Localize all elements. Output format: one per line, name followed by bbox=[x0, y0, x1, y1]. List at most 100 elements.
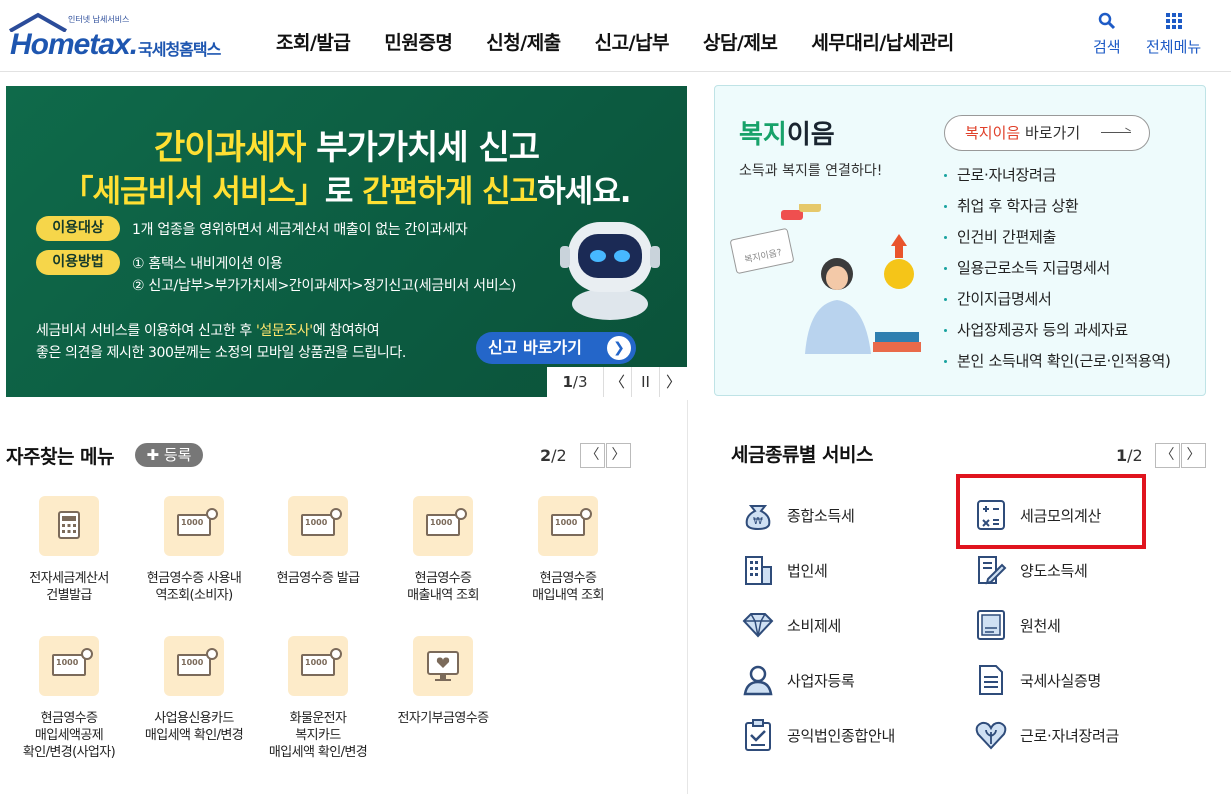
banner-subtitle-text: 로 bbox=[324, 174, 363, 210]
frequent-next-button[interactable]: 〉 bbox=[606, 443, 631, 468]
frequent-menu-item[interactable]: 전자기부금영수증 bbox=[381, 636, 505, 727]
top-header: 인터넷 납세서비스 Hometax. 국세청홈택스 조회/발급 민원증명 신청/… bbox=[0, 0, 1231, 72]
welfare-item[interactable]: 사업장제공자 등의 과세자료 bbox=[944, 319, 1171, 350]
tax-service-item[interactable]: 국세사실증명 bbox=[974, 660, 1101, 700]
nav-item[interactable]: 민원증명 bbox=[384, 28, 452, 55]
heart-leaf-icon bbox=[975, 721, 1007, 750]
nav-item[interactable]: 세무대리/납세관리 bbox=[811, 28, 954, 55]
tax-service-item[interactable]: 양도소득세 bbox=[974, 550, 1088, 590]
banner-title-rest: 부가가치세 신고 bbox=[305, 128, 540, 168]
hometax-logo[interactable]: 인터넷 납세서비스 Hometax. 국세청홈택스 bbox=[6, 10, 236, 66]
person-icon bbox=[743, 665, 773, 696]
register-button[interactable]: ✚ 등록 bbox=[135, 443, 203, 467]
banner-pager: 1/3 〈 II 〉 bbox=[547, 367, 687, 397]
welfare-item[interactable]: 근로·자녀장려금 bbox=[944, 164, 1171, 195]
promo-banner[interactable]: 간이과세자 부가가치세 신고 「세금비서 서비스」로 간편하게 신고하세요. 이… bbox=[6, 86, 687, 397]
tax-page-total: /2 bbox=[1127, 446, 1143, 465]
welfare-item[interactable]: 본인 소득내역 확인(근로·인적용역) bbox=[944, 350, 1171, 381]
section-divider bbox=[687, 400, 688, 794]
all-menu-button[interactable]: 전체메뉴 bbox=[1146, 12, 1201, 57]
banner-next-button[interactable]: 〉 bbox=[659, 367, 687, 397]
tax-prev-button[interactable]: 〈 bbox=[1155, 443, 1180, 468]
all-menu-label: 전체메뉴 bbox=[1146, 38, 1202, 56]
tax-service-item[interactable]: 소비제세 bbox=[741, 605, 841, 645]
survey-note-c: 에 참여하여 bbox=[312, 323, 380, 339]
tax-service-pager: 1/2 bbox=[1116, 446, 1143, 465]
tax-service-item[interactable]: 법인세 bbox=[741, 550, 828, 590]
frequent-menu-item[interactable]: 1000 사업용신용카드 매입세액 확인/변경 bbox=[132, 636, 256, 744]
logo-wordmark: Hometax. bbox=[10, 28, 138, 61]
tax-service-item[interactable]: 사업자등록 bbox=[741, 660, 855, 700]
welfare-title: 복지이음 bbox=[739, 114, 835, 151]
receipt-amount: 1000 bbox=[305, 518, 328, 527]
nav-item[interactable]: 상담/제보 bbox=[703, 28, 778, 55]
logo-subtitle: 인터넷 납세서비스 bbox=[68, 15, 130, 24]
welfare-subtitle: 소득과 복지를 연결하다! bbox=[739, 163, 883, 179]
welfare-box: 복지이음 소득과 복지를 연결하다! 복지이음 바로가기 근로·자녀장려금 취업… bbox=[714, 85, 1206, 396]
welfare-shortcut-button[interactable]: 복지이음 바로가기 bbox=[944, 115, 1150, 151]
tax-service-label: 사업자등록 bbox=[787, 671, 855, 690]
banner-prev-button[interactable]: 〈 bbox=[603, 367, 631, 397]
report-shortcut-button[interactable]: 신고 바로가기 ❯ bbox=[476, 332, 636, 364]
frequent-prev-button[interactable]: 〈 bbox=[580, 443, 605, 468]
frequent-menu-item[interactable]: 1000 현금영수증 매출내역 조회 bbox=[381, 496, 505, 604]
frequent-page-total: /2 bbox=[551, 446, 567, 465]
nav-item[interactable]: 신청/제출 bbox=[486, 28, 561, 55]
frequent-menu-label: 현금영수증 매입내역 조회 bbox=[532, 571, 604, 603]
receipt-search-icon: 1000 bbox=[288, 636, 348, 696]
receipt-amount: 1000 bbox=[305, 658, 328, 667]
report-shortcut-label: 신고 바로가기 bbox=[488, 338, 582, 357]
tax-next-button[interactable]: 〉 bbox=[1181, 443, 1206, 468]
tax-service-item[interactable]: ₩ 종합소득세 bbox=[741, 495, 855, 535]
receipt-search-icon: 1000 bbox=[39, 636, 99, 696]
welfare-illustration: 복지이음? bbox=[730, 204, 921, 354]
nav-item[interactable]: 조회/발급 bbox=[276, 28, 351, 55]
banner-title-highlight: 간이과세자 bbox=[153, 128, 306, 168]
receipt-amount: 1000 bbox=[56, 658, 79, 667]
tax-service-label: 원천세 bbox=[1020, 616, 1061, 635]
frequent-menu-item[interactable]: 1000 현금영수증 매입세액공제 확인/변경(사업자) bbox=[7, 636, 131, 761]
frequent-menu-item[interactable]: 1000 화물운전자 복지카드 매입세액 확인/변경 bbox=[256, 636, 380, 761]
logo-korean: 국세청홈택스 bbox=[138, 40, 221, 59]
banner-pause-button[interactable]: II bbox=[631, 367, 659, 397]
nav-item[interactable]: 신고/납부 bbox=[595, 28, 670, 55]
receipt-search-icon: 1000 bbox=[288, 496, 348, 556]
welfare-item[interactable]: 인건비 간편제출 bbox=[944, 226, 1171, 257]
welfare-shortcut-label: 바로가기 bbox=[1020, 124, 1081, 142]
receipt-sal-icon bbox=[977, 610, 1005, 640]
target-pill: 이용대상 bbox=[36, 216, 120, 241]
robot-illustration bbox=[560, 222, 660, 320]
register-label: 등록 bbox=[163, 446, 192, 464]
receipt-search-icon: 1000 bbox=[164, 636, 224, 696]
frequent-menu-item[interactable]: 1000 현금영수증 매입내역 조회 bbox=[506, 496, 630, 604]
diamond-icon bbox=[742, 613, 774, 638]
welfare-item[interactable]: 간이지급명세서 bbox=[944, 288, 1171, 319]
tax-service-label: 국세사실증명 bbox=[1020, 671, 1102, 690]
method-step2: ② 신고/납부>부가가치세>간이과세자>정기신고(세금비서 서비스) bbox=[132, 278, 517, 294]
grid-menu-icon bbox=[1165, 13, 1182, 29]
welfare-item[interactable]: 일용근로소득 지급명세서 bbox=[944, 257, 1171, 288]
plus-icon: ✚ bbox=[146, 446, 160, 464]
welfare-title-b: 이음 bbox=[786, 120, 835, 150]
frequent-page-current: 2 bbox=[540, 446, 552, 465]
frequent-pager: 2/2 bbox=[540, 446, 567, 465]
frequent-menu-item[interactable]: 1000 현금영수증 발급 bbox=[256, 496, 380, 587]
welfare-item[interactable]: 취업 후 학자금 상환 bbox=[944, 195, 1171, 226]
highlight-box bbox=[956, 474, 1146, 549]
receipt-amount: 1000 bbox=[181, 518, 204, 527]
receipt-amount: 1000 bbox=[555, 518, 578, 527]
search-icon bbox=[1098, 12, 1115, 30]
tax-service-item[interactable]: 공익법인종합안내 bbox=[741, 715, 895, 755]
search-button[interactable]: 검색 bbox=[1093, 12, 1121, 57]
tax-service-item[interactable]: 근로·자녀장려금 bbox=[974, 715, 1119, 755]
banner-title: 간이과세자 부가가치세 신고 bbox=[6, 120, 687, 169]
frequent-menu-item[interactable]: 1000 현금영수증 사용내 역조회(소비자) bbox=[132, 496, 256, 604]
banner-subtitle-highlight: 「세금비서 서비스」 bbox=[62, 174, 325, 210]
tax-page-current: 1 bbox=[1116, 446, 1128, 465]
receipt-search-icon: 1000 bbox=[538, 496, 598, 556]
tax-service-item[interactable]: 원천세 bbox=[974, 605, 1061, 645]
frequent-menu-item[interactable]: 전자세금계산서 건별발급 bbox=[7, 496, 131, 604]
calculator-icon bbox=[39, 496, 99, 556]
tax-service-title: 세금종류별 서비스 bbox=[731, 444, 873, 466]
banner-subtitle-highlight2: 간편하게 신고 bbox=[362, 174, 538, 210]
